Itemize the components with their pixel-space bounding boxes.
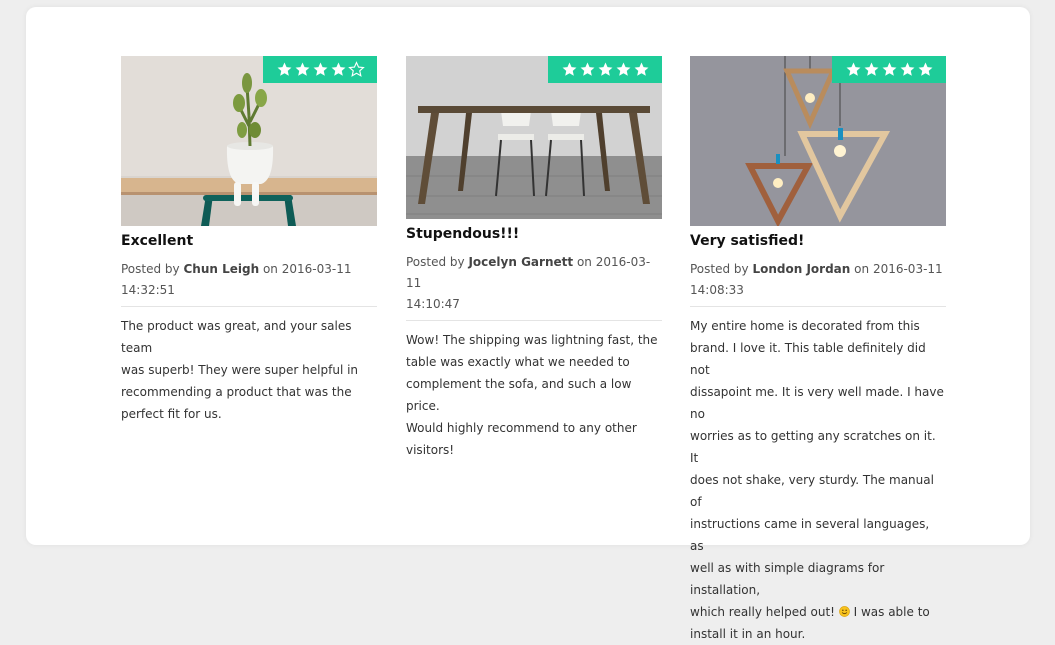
review-meta: Posted by Jocelyn Garnett on 2016-03-11 … xyxy=(406,252,662,315)
posted-by-label: Posted by xyxy=(690,262,749,276)
divider xyxy=(690,306,946,307)
reviews-panel: Excellent Posted by Chun Leigh on 2016-0… xyxy=(26,7,1030,641)
review-body-part: My entire home is decorated from this br… xyxy=(690,319,944,619)
review-body: The product was great, and your sales te… xyxy=(121,319,359,421)
review-title: Excellent xyxy=(121,233,194,249)
review-meta: Posted by Chun Leigh on 2016-03-11 14:32… xyxy=(121,259,377,301)
posted-by-label: Posted by xyxy=(406,255,465,269)
star-filled-icon xyxy=(882,62,896,76)
on-label: on xyxy=(262,262,278,276)
on-label: on xyxy=(576,255,592,269)
product-photo xyxy=(406,56,662,219)
star-filled-icon xyxy=(616,62,630,76)
product-photo xyxy=(690,56,946,226)
review-date: 2016-03-11 xyxy=(281,262,352,276)
product-photo xyxy=(121,56,377,226)
review-time: 14:10:47 xyxy=(406,297,460,311)
review-author: Jocelyn Garnett xyxy=(468,255,574,269)
star-filled-icon xyxy=(864,62,878,76)
posted-by-label: Posted by xyxy=(121,262,180,276)
star-filled-icon xyxy=(331,62,345,76)
star-filled-icon xyxy=(313,62,327,76)
review-meta: Posted by London Jordan on 2016-03-11 14… xyxy=(690,259,946,301)
rating-stars xyxy=(548,56,662,83)
rating-stars xyxy=(832,56,946,83)
review-date: 2016-03-11 xyxy=(872,262,943,276)
review-card: Stupendous!!! Posted by Jocelyn Garnett … xyxy=(406,56,662,461)
star-filled-icon xyxy=(277,62,291,76)
star-filled-icon xyxy=(295,62,309,76)
star-filled-icon xyxy=(900,62,914,76)
star-filled-icon xyxy=(918,62,932,76)
review-card: Excellent Posted by Chun Leigh on 2016-0… xyxy=(121,56,377,425)
review-author: Chun Leigh xyxy=(183,262,260,276)
review-card: Very satisfied! Posted by London Jordan … xyxy=(690,56,946,645)
review-body: My entire home is decorated from this br… xyxy=(690,315,946,645)
review-title: Stupendous!!! xyxy=(406,226,520,242)
review-time: 14:08:33 xyxy=(690,283,744,297)
star-filled-icon xyxy=(846,62,860,76)
star-filled-icon xyxy=(580,62,594,76)
on-label: on xyxy=(854,262,870,276)
divider xyxy=(406,320,662,321)
review-time: 14:32:51 xyxy=(121,283,175,297)
divider xyxy=(121,306,377,307)
star-filled-icon xyxy=(598,62,612,76)
review-title: Very satisfied! xyxy=(690,233,805,249)
smiley-icon xyxy=(838,606,850,617)
star-filled-icon xyxy=(562,62,576,76)
review-body: Wow! The shipping was lightning fast, th… xyxy=(406,333,658,457)
review-author: London Jordan xyxy=(752,262,851,276)
rating-stars xyxy=(263,56,377,83)
star-filled-icon xyxy=(634,62,648,76)
star-empty-icon xyxy=(347,61,365,77)
